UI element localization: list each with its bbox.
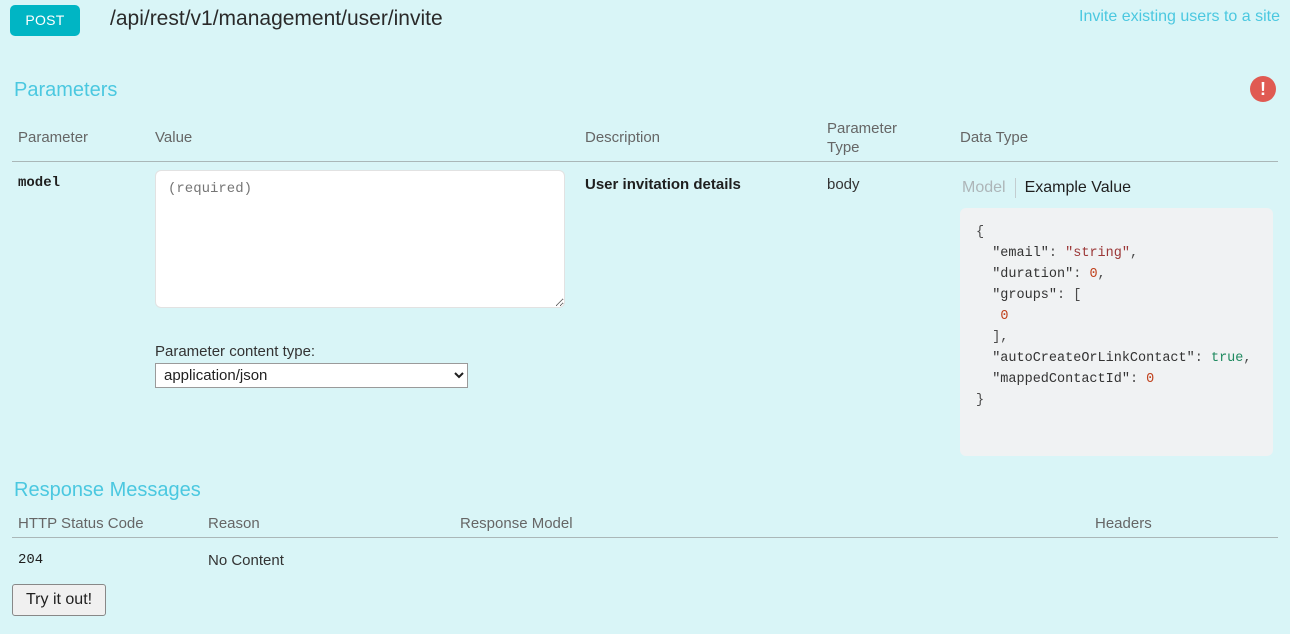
column-header-parameter-type: Parameter Type — [827, 120, 898, 156]
tab-example-value[interactable]: Example Value — [1016, 179, 1140, 197]
parameter-value-input[interactable] — [155, 170, 565, 308]
operation-summary-link[interactable]: Invite existing users to a site — [1079, 8, 1280, 26]
column-header-reason: Reason — [208, 515, 260, 532]
operation-header: POST /api/rest/v1/management/user/invite… — [0, 0, 1290, 50]
parameter-description: User invitation details — [585, 176, 741, 193]
response-reason: No Content — [208, 552, 284, 569]
parameter-name-model: model — [18, 175, 61, 191]
content-type-label: Parameter content type: — [155, 343, 316, 360]
column-header-data-type: Data Type — [960, 129, 1029, 146]
exclamation-circle-icon[interactable]: ! — [1250, 76, 1276, 102]
tab-model[interactable]: Model — [962, 179, 1015, 197]
content-type-select[interactable]: application/json — [155, 363, 468, 388]
response-status-code: 204 — [18, 552, 44, 568]
parameters-table-divider — [12, 161, 1278, 162]
parameter-type-value: body — [827, 176, 860, 193]
column-header-response-model: Response Model — [460, 515, 573, 532]
operation-path[interactable]: /api/rest/v1/management/user/invite — [110, 7, 443, 31]
response-table-divider — [12, 537, 1278, 538]
column-header-http-status-code: HTTP Status Code — [18, 515, 144, 532]
parameters-section-title: Parameters — [14, 79, 118, 101]
data-type-tabs: Model Example Value — [962, 178, 1140, 198]
http-method-badge[interactable]: POST — [10, 5, 80, 36]
column-header-value: Value — [155, 129, 193, 146]
example-value-code: { "email": "string", "duration": 0, "gro… — [960, 208, 1273, 456]
try-it-out-button[interactable]: Try it out! — [12, 584, 107, 616]
column-header-headers: Headers — [1095, 515, 1152, 532]
column-header-description: Description — [585, 129, 661, 146]
response-messages-title: Response Messages — [14, 479, 201, 501]
column-header-parameter: Parameter — [18, 129, 89, 146]
